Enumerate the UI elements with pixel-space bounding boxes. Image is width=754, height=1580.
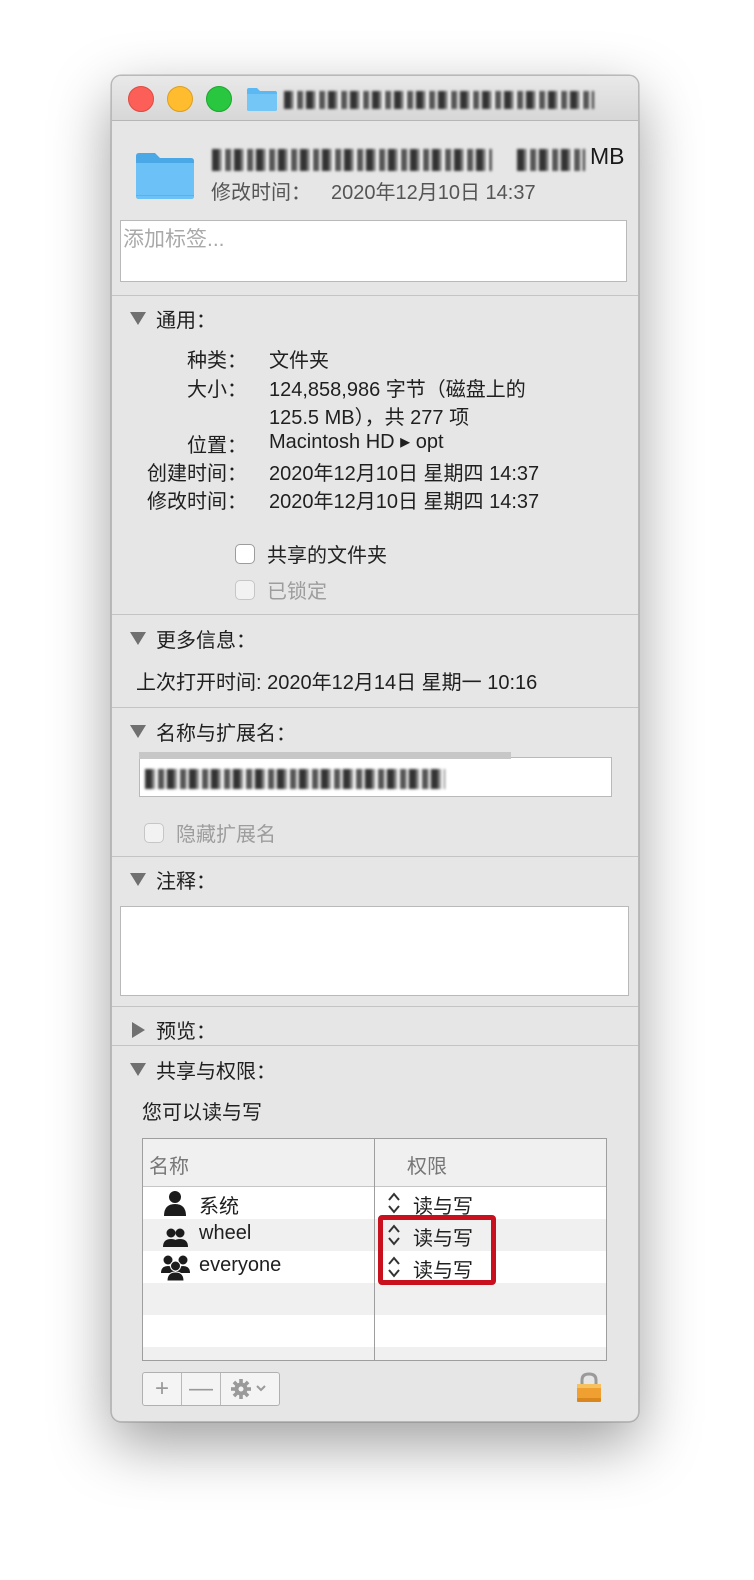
redacted-title (284, 90, 594, 109)
row-name: wheel (199, 1222, 252, 1244)
disclosure-triangle-icon (130, 873, 146, 886)
shared-folder-checkbox[interactable]: 共享的文件夹 (235, 539, 387, 568)
last-opened: 上次打开时间: 2020年12月14日 星期一 10:16 (136, 672, 538, 694)
stepper-icon[interactable] (387, 1191, 401, 1215)
divider (112, 1006, 638, 1007)
info-label: 位置： (187, 435, 247, 457)
info-value: 2020年12月10日 星期四 14:37 (269, 463, 540, 485)
folder-icon (247, 88, 277, 111)
redacted-filename (145, 769, 445, 789)
window-title (284, 89, 594, 109)
disclosure-triangle-icon (130, 725, 146, 738)
group-icon (163, 1228, 188, 1247)
permission-summary: 您可以读与写 (142, 1102, 262, 1124)
redacted-size (517, 149, 585, 171)
remove-user-button[interactable]: — (182, 1373, 221, 1405)
section-name-extension-toggle[interactable]: 名称与扩展名： (130, 717, 296, 746)
divider (112, 707, 638, 708)
modified-value: 2020年12月10日 14:37 (331, 182, 536, 204)
lock-icon[interactable] (575, 1371, 603, 1403)
divider (112, 614, 638, 615)
highlight-annotation (378, 1215, 496, 1285)
row-name: 系统 (199, 1196, 239, 1218)
section-sharing-title: 共享与权限： (156, 1061, 276, 1083)
row-name: everyone (199, 1254, 282, 1276)
hide-extension-label: 隐藏扩展名 (176, 824, 276, 846)
info-label: 创建时间： (147, 463, 247, 485)
hide-extension-checkbox: 隐藏扩展名 (144, 818, 276, 847)
section-more-info-toggle[interactable]: 更多信息： (130, 624, 256, 653)
plus-icon: + (154, 1375, 169, 1402)
info-value: 125.5 MB），共 277 项 (269, 407, 470, 429)
checkbox-box (144, 822, 164, 843)
info-label: 种类： (187, 350, 247, 372)
divider (112, 856, 638, 857)
checkbox-box (235, 579, 255, 600)
large-folder-icon (136, 153, 194, 199)
single-user-icon (164, 1191, 186, 1216)
column-header-privilege[interactable]: 权限 (407, 1150, 447, 1179)
section-preview-title: 预览： (156, 1021, 216, 1043)
divider (112, 1045, 638, 1046)
locked-checkbox: 已锁定 (235, 575, 327, 604)
close-button[interactable] (128, 86, 154, 112)
info-value: 文件夹 (269, 350, 329, 372)
section-comments-toggle[interactable]: 注释： (130, 865, 216, 894)
info-value: Macintosh HD ▸ opt (269, 431, 444, 453)
title-bar[interactable] (112, 76, 638, 121)
disclosure-triangle-icon (130, 1063, 146, 1076)
info-label: 修改时间： (147, 491, 247, 513)
locked-label: 已锁定 (267, 581, 327, 603)
zoom-button[interactable] (206, 86, 232, 112)
modified-line: 修改时间： 2020年12月10日 14:37 (211, 176, 536, 205)
shared-folder-label: 共享的文件夹 (267, 545, 387, 567)
column-header-name[interactable]: 名称 (149, 1150, 189, 1179)
size-suffix: MB (590, 143, 625, 169)
redacted-name (212, 149, 492, 171)
disclosure-triangle-icon (130, 632, 146, 645)
name-input-selection (139, 752, 511, 759)
column-divider (374, 1139, 375, 1360)
disclosure-triangle-collapsed-icon (132, 1021, 145, 1038)
permission-controls: + — (142, 1372, 280, 1406)
tags-input[interactable]: 添加标签... (120, 220, 627, 282)
minimize-button[interactable] (167, 86, 193, 112)
info-value: 124,858,986 字节（磁盘上的 (269, 379, 526, 401)
gear-icon (231, 1379, 266, 1399)
info-value: 2020年12月10日 星期四 14:37 (269, 491, 540, 513)
disclosure-triangle-icon (130, 312, 146, 325)
permissions-table: 名称 权限 系统 读与写 wheel 读与写 everyone 读与写 (142, 1138, 607, 1361)
everyone-icon (161, 1255, 190, 1281)
modified-label: 修改时间： (211, 182, 311, 204)
comments-textarea[interactable] (120, 906, 629, 996)
section-general-toggle[interactable]: 通用： (130, 304, 216, 333)
section-preview-toggle[interactable]: 预览： (130, 1015, 216, 1044)
section-name-extension-title: 名称与扩展名： (156, 723, 296, 745)
minus-icon: — (189, 1375, 213, 1402)
info-label: 大小： (187, 379, 247, 401)
info-window: MB 修改时间： 2020年12月10日 14:37 添加标签... 通用： 种类… (111, 75, 639, 1422)
add-user-button[interactable]: + (143, 1373, 182, 1405)
divider (112, 295, 638, 296)
section-general-title: 通用： (156, 310, 216, 332)
section-sharing-toggle[interactable]: 共享与权限： (130, 1055, 276, 1084)
info-header: MB 修改时间： 2020年12月10日 14:37 添加标签... (112, 121, 638, 371)
section-comments-title: 注释： (156, 871, 216, 893)
checkbox-box[interactable] (235, 543, 255, 564)
action-menu-button[interactable] (221, 1373, 279, 1405)
section-more-info-title: 更多信息： (156, 630, 256, 652)
